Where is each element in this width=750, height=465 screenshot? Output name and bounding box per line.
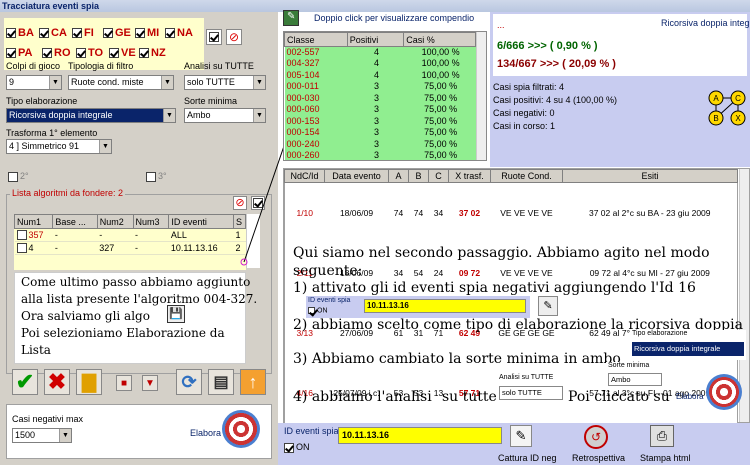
tutorial-line-6b: su tutte	[442, 389, 497, 405]
table-row[interactable]: 000-260 3 75,00 %	[284, 150, 476, 160]
printer-icon[interactable]: ⎙	[650, 425, 674, 447]
tutorial-line-6c: Poi cliccato su	[568, 389, 670, 405]
retrospettiva-label[interactable]: Retrospettiva	[572, 453, 625, 463]
node-a: A	[713, 94, 719, 103]
col-ruote[interactable]: Ruote Cond.	[490, 169, 563, 183]
abcx-diagram: A C B X	[708, 90, 746, 126]
compendio-button[interactable]: ✎	[283, 10, 299, 26]
col-classe[interactable]: Classe	[284, 32, 348, 47]
tutorial-line-2: seguente:	[293, 263, 363, 279]
scrollbar[interactable]	[476, 32, 486, 160]
col-a[interactable]: A	[388, 169, 409, 183]
col-data[interactable]: Data evento	[324, 169, 389, 183]
tutorial-line-5: 3) Abbiamo cambiato la sorte minima in a…	[293, 351, 621, 367]
col-esiti[interactable]: Esiti	[562, 169, 738, 183]
mini-id-panel: ID eventi spia ON 10.11.13.16	[306, 296, 530, 318]
col-b[interactable]: B	[408, 169, 429, 183]
casi-positivi: Casi positivi: 4 su 4 (100,00 %)	[493, 95, 618, 105]
cattura-icon[interactable]: ✎	[510, 425, 532, 447]
mini-id-input: 10.11.13.16	[364, 299, 526, 313]
compendio-hint: Doppio click per visualizzare compendio	[314, 13, 475, 23]
classes-table: Classe Positivi Casi % 002-557 4 100,00 % …	[284, 32, 476, 160]
tutorial-line-6a: 4) abbiamo l'analisi	[293, 389, 432, 405]
classes-table-wrap: Classe Positivi Casi % 002-557 4 100,00 % …	[283, 31, 487, 161]
table-row[interactable]: 002-557 4 100,00 %	[284, 46, 476, 58]
mini-analisi-select: solo TUTTE	[499, 386, 563, 400]
on-checkbox[interactable]	[284, 442, 294, 453]
node-b: B	[713, 114, 718, 123]
edit-icon: ✎	[287, 11, 296, 22]
summary-dots: ...	[497, 20, 505, 30]
casi-negativi: Casi negativi: 0	[493, 108, 555, 118]
bottom-id-input[interactable]: 10.11.13.16	[338, 427, 502, 444]
cattura-label[interactable]: Cattura ID neg	[498, 453, 557, 463]
bottom-id-label: ID eventi spia	[284, 426, 339, 436]
col-positivi[interactable]: Positivi	[346, 32, 405, 47]
tutorial-line-3: 1) attivato gli id eventi spia negativi …	[293, 280, 696, 296]
table-row[interactable]: 000-154 3 75,00 %	[284, 127, 476, 139]
summary-line2: 134/667 >>> ( 20,09 % )	[497, 58, 616, 70]
node-x: X	[735, 114, 741, 123]
mini-sorte-panel: Sorte minima Ambo	[606, 362, 664, 388]
table-row[interactable]: 000-011 3 75,00 %	[284, 81, 476, 93]
summary-mode: Ricorsiva doppia integra	[661, 18, 750, 28]
mini-elabora-label: Elabora	[676, 392, 704, 401]
retrospettiva-icon[interactable]: ↺	[584, 425, 608, 449]
mini-sorte-select: Ambo	[608, 373, 662, 386]
col-c[interactable]: C	[428, 169, 449, 183]
summary-line1: 6/666 >>> ( 0,90 % )	[497, 40, 598, 52]
table-row[interactable]: 005-104 4 100,00 %	[284, 69, 476, 81]
mini-target-icon	[706, 374, 742, 410]
node-c: C	[735, 94, 741, 103]
tutorial-line-1: Qui siamo nel secondo passaggio. Abbiamo…	[293, 245, 710, 261]
stampa-label[interactable]: Stampa html	[640, 453, 691, 463]
casi-filtrati: Casi spia filtrati: 4	[493, 82, 565, 92]
col-ndc[interactable]: NdC/Id	[284, 169, 325, 183]
summary-box: ... Ricorsiva doppia integra 6/666 >>> (…	[493, 14, 750, 76]
table-row[interactable]: 1/10 18/06/09 74 74 34 37 02 VE VE VE VE 37 02 …	[285, 183, 738, 243]
table-row[interactable]: 000-060 3 75,00 %	[284, 104, 476, 116]
table-row[interactable]: 000-240 3 75,00 %	[284, 138, 476, 150]
table-row[interactable]: 000-153 3 75,00 %	[284, 115, 476, 127]
mini-elab-panel: Tipo elaborazione Ricorsiva doppia integ…	[630, 330, 746, 360]
checkbox[interactable]	[308, 307, 315, 314]
mini-elab-select: Ricorsiva doppia integrale	[632, 342, 744, 356]
mini-analisi-panel: Analisi su TUTTE solo TUTTE	[497, 374, 565, 404]
mini-edit-icon: ✎	[538, 296, 558, 316]
col-x[interactable]: X trasf.	[448, 169, 491, 183]
casi-in-corso: Casi in corso: 1	[493, 121, 556, 131]
table-row[interactable]: 004-327 4 100,00 %	[284, 58, 476, 70]
bottom-bar: ID eventi spia ON 10.11.13.16 ✎ Cattura …	[278, 423, 750, 465]
table-row[interactable]: 000-030 3 75,00 %	[284, 92, 476, 104]
col-casi[interactable]: Casi %	[403, 32, 476, 47]
